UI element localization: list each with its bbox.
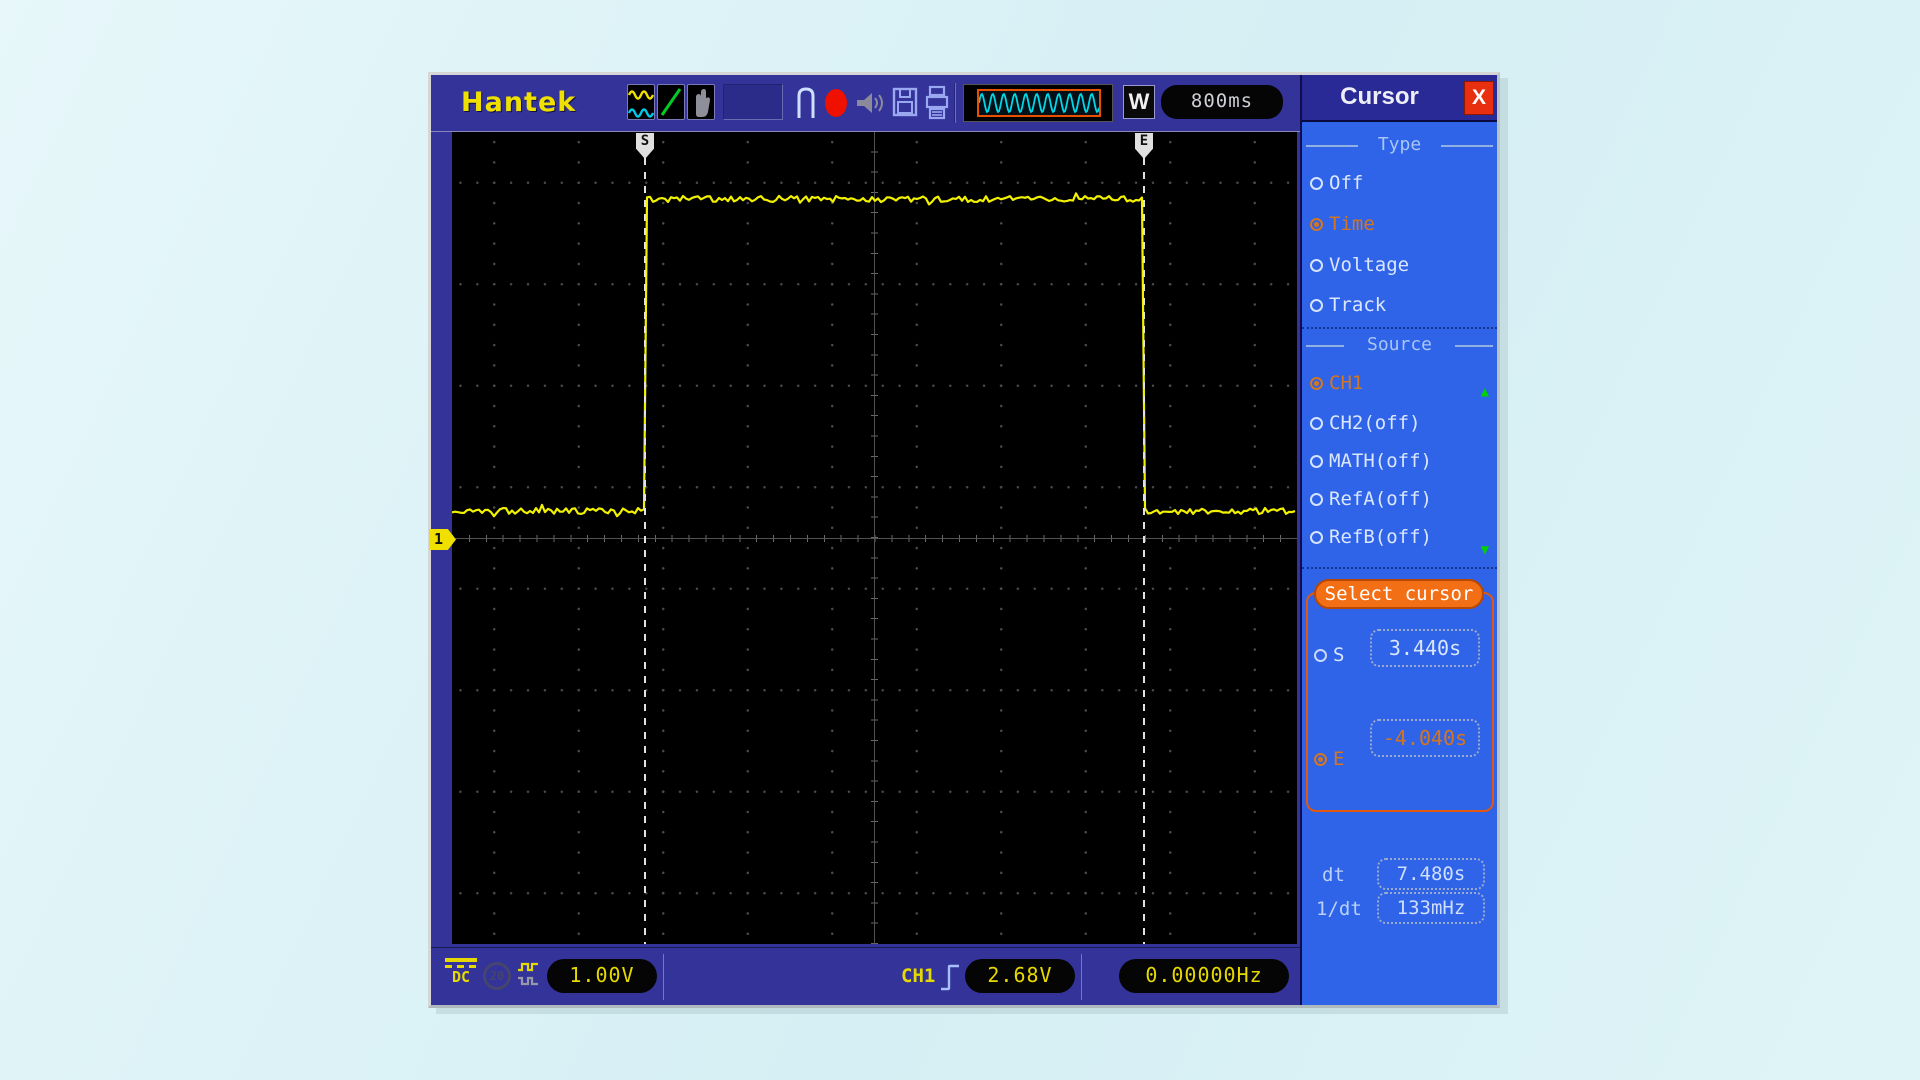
timebase-readout[interactable]: 800ms [1161,85,1283,119]
section-divider [1302,327,1497,329]
toolbar: Hantek [431,75,1300,132]
dt-value: 7.480s [1377,858,1485,890]
radio-selected-icon [1310,377,1323,390]
select-cursor-title: Select cursor [1314,579,1484,609]
measure-slope-button[interactable] [657,84,685,120]
window-mode-button[interactable]: W [1123,85,1155,119]
waveform-invert-icon[interactable] [517,960,543,994]
type-option-voltage-label: Voltage [1329,254,1409,276]
brand-logo: Hantek [461,87,576,118]
cursor-s-line[interactable] [644,158,646,944]
toolbar-empty-slot [723,84,783,120]
type-option-off[interactable]: Off [1310,170,1363,196]
source-option-refb[interactable]: RefB(off) [1310,524,1432,550]
source-option-refb-label: RefB(off) [1329,526,1432,548]
scope-display[interactable]: S E 1 [452,132,1297,944]
trigger-channel-label: CH1 [901,965,935,987]
save-button[interactable] [891,84,919,124]
type-option-off-label: Off [1329,172,1363,194]
cursor-e-option[interactable]: E [1314,746,1344,772]
radio-selected-icon [1310,218,1323,231]
cursor-s-value[interactable]: 3.440s [1370,629,1480,667]
statusbar-separator2 [1081,954,1082,1000]
type-section-title: Type [1302,134,1497,155]
cursor-panel-body: Type Off Time Voltage Track Source [1302,122,1497,1005]
source-option-refa[interactable]: RefA(off) [1310,486,1432,512]
inv-dt-value: 133mHz [1377,892,1485,924]
hand-icon [688,85,714,119]
cursor-s-label: S [1333,644,1344,666]
cursor-panel-title: Cursor [1302,83,1457,111]
channel-waveforms-icon [628,85,654,119]
frequency-counter-readout[interactable]: 0.00000Hz [1119,959,1289,993]
print-icon [923,84,951,122]
trigger-level-readout[interactable]: 2.68V [965,959,1075,993]
radio-icon [1310,417,1323,430]
type-option-time[interactable]: Time [1310,211,1375,237]
scroll-up-icon[interactable]: ▲ [1481,384,1489,400]
inv-dt-label: 1/dt [1316,898,1362,920]
hand-button[interactable] [687,84,715,120]
scroll-down-icon[interactable]: ▼ [1481,542,1489,558]
channel1-trace [452,132,1297,944]
oscilloscope-window: Hantek [428,72,1500,1008]
pulse-button[interactable] [795,84,817,126]
channel-waveforms-button[interactable] [627,84,655,120]
speaker-icon [855,91,885,115]
measure-slope-icon [658,85,684,119]
cursor-s-option[interactable]: S [1314,642,1344,668]
pulse-icon [795,84,817,122]
source-option-math-label: MATH(off) [1329,450,1432,472]
source-option-ch2-label: CH2(off) [1329,412,1421,434]
radio-icon [1310,177,1323,190]
radio-icon [1310,299,1323,312]
close-button[interactable]: X [1464,81,1494,115]
cursor-panel: Cursor X Type Off Time Voltage Track [1300,75,1497,1005]
statusbar-separator [663,954,664,1000]
trigger-rising-edge-icon[interactable] [939,961,961,997]
radio-selected-icon [1314,753,1327,766]
radio-icon [1310,455,1323,468]
toolbar-separator [954,83,956,123]
source-option-ch2[interactable]: CH2(off) [1310,410,1421,436]
type-option-time-label: Time [1329,213,1375,235]
coupling-label: DC [445,968,477,986]
source-option-ch1-label: CH1 [1329,372,1363,394]
type-option-voltage[interactable]: Voltage [1310,252,1409,278]
radio-icon [1310,493,1323,506]
source-option-refa-label: RefA(off) [1329,488,1432,510]
radio-icon [1314,649,1327,662]
cursor-e-line[interactable] [1143,158,1145,944]
radio-icon [1310,259,1323,272]
dt-label: dt [1322,864,1345,886]
source-section-title: Source [1302,334,1497,355]
select-cursor-group: Select cursor S 3.440s E -4.040s [1306,592,1494,812]
record-button[interactable] [823,84,849,126]
source-option-ch1[interactable]: CH1 [1310,370,1363,396]
type-option-track[interactable]: Track [1310,292,1386,318]
dc-solid-line [445,958,477,962]
source-option-math[interactable]: MATH(off) [1310,448,1432,474]
waveform-preview-trace [979,91,1099,115]
cursor-e-label: E [1333,748,1344,770]
print-button[interactable] [923,84,951,126]
section-divider2 [1302,567,1497,569]
record-icon [823,84,849,122]
radio-icon [1310,531,1323,544]
scope-column: Hantek [431,75,1300,1005]
bandwidth-limit-icon[interactable]: 20 [483,962,511,990]
cursor-e-value[interactable]: -4.040s [1370,719,1480,757]
scope-area: S E 1 [431,132,1300,947]
sound-button[interactable] [855,91,885,119]
coupling-dc-icon[interactable]: DC [445,958,477,986]
waveform-preview[interactable] [963,84,1113,122]
cursor-panel-header: Cursor X [1302,75,1497,122]
status-bar: DC 20 1.00V CH1 2.68V 0.00000Hz [431,947,1300,1005]
type-option-track-label: Track [1329,294,1386,316]
waveform-preview-window [977,89,1101,117]
volts-per-div-readout[interactable]: 1.00V [547,959,657,993]
save-icon [891,84,919,120]
